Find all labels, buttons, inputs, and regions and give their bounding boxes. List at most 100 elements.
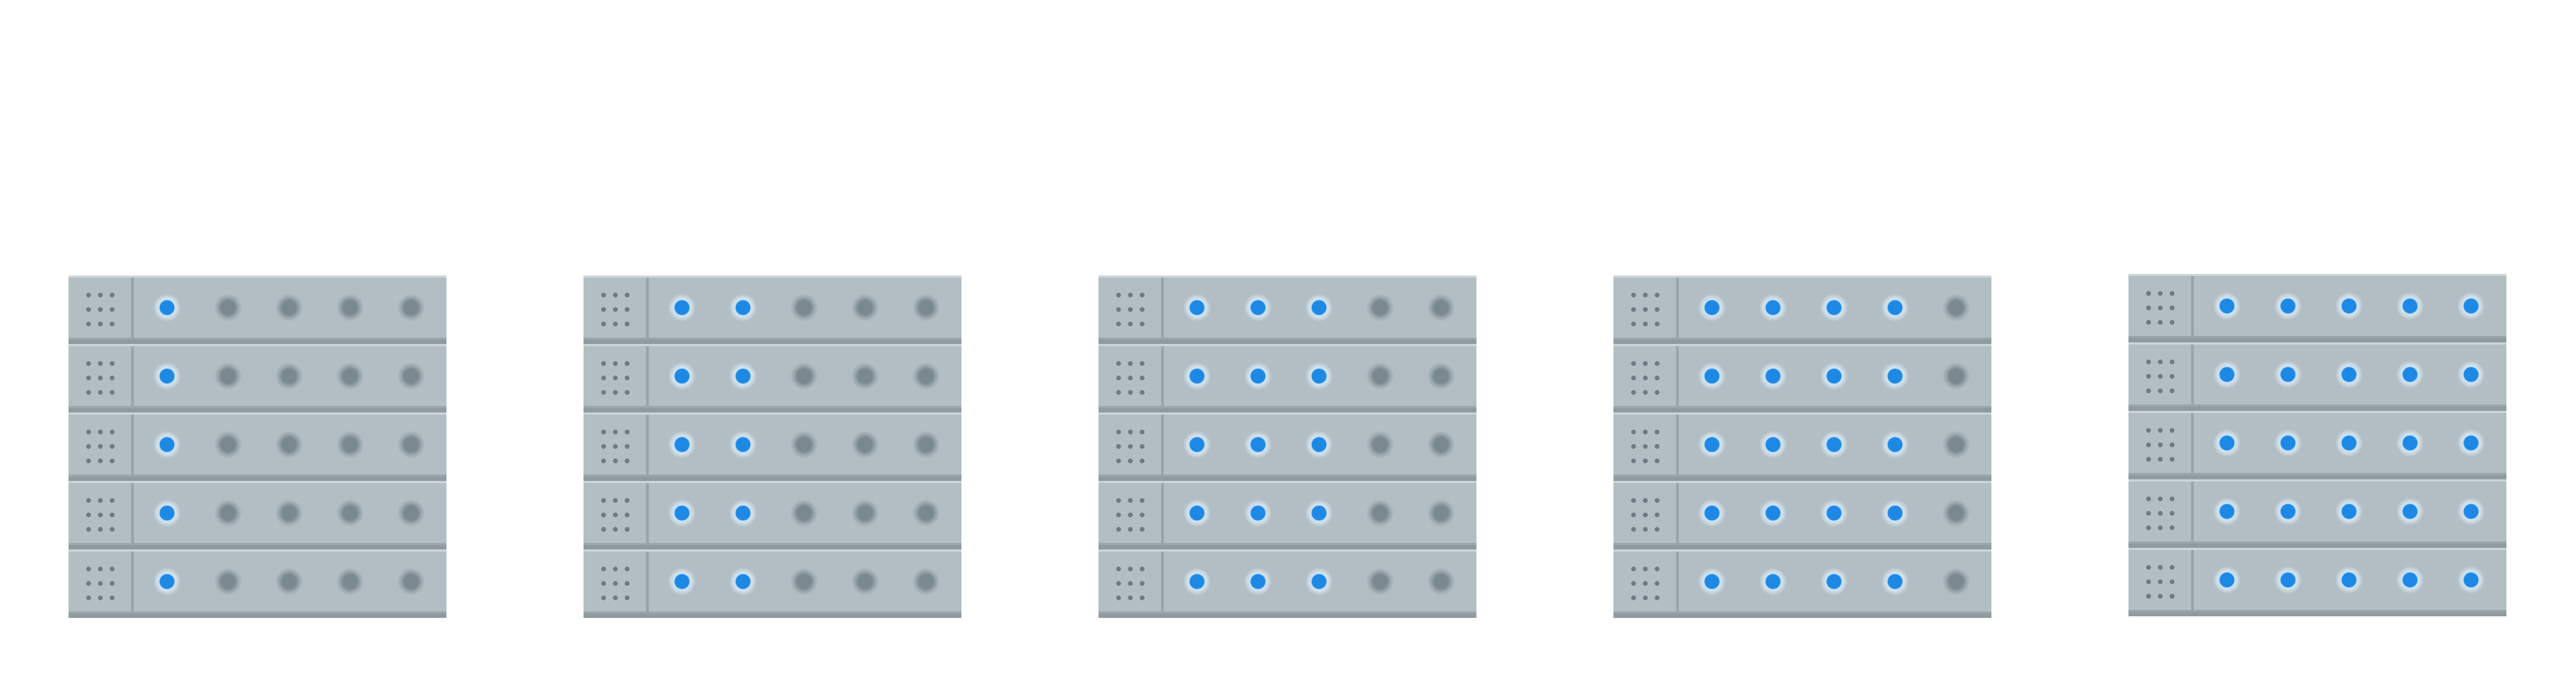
status-led-off-icon	[275, 431, 303, 458]
vent-hole	[613, 595, 618, 600]
status-led-on-icon	[2213, 361, 2241, 388]
vent-hole	[98, 444, 103, 449]
vent-hole	[1128, 390, 1133, 395]
server-rack-diagram	[0, 0, 2576, 688]
vent-hole	[98, 293, 103, 297]
vent-hole	[98, 458, 103, 463]
status-led-on-icon	[729, 499, 757, 527]
status-led-off-icon	[1427, 431, 1455, 458]
vent-hole	[1140, 293, 1145, 297]
vent-grid-icon	[1613, 483, 1679, 543]
status-led-on-icon	[2396, 361, 2424, 388]
vent-hole	[1116, 567, 1121, 571]
rack-unit	[69, 549, 446, 614]
vent-grid-icon	[584, 415, 649, 475]
status-led-off-icon	[1366, 568, 1394, 595]
vent-hole	[613, 390, 618, 395]
vent-hole	[1643, 498, 1648, 503]
vent-hole	[1655, 430, 1660, 434]
status-led-on-icon	[2335, 429, 2363, 457]
status-led-off-icon	[336, 431, 364, 458]
status-led-on-icon	[1820, 499, 1848, 527]
vent-hole	[110, 595, 115, 600]
vent-hole	[1116, 513, 1121, 517]
status-led-on-icon	[1759, 294, 1787, 322]
vent-hole	[1631, 322, 1636, 326]
vent-hole	[601, 376, 606, 380]
vent-grid-icon	[1613, 415, 1679, 475]
vent-hole	[2158, 374, 2163, 379]
vent-hole	[2170, 442, 2175, 447]
vent-hole	[1643, 293, 1648, 297]
vent-hole	[1643, 458, 1648, 463]
vent-hole	[1655, 322, 1660, 326]
vent-grid-icon	[584, 346, 649, 406]
vent-hole	[1631, 567, 1636, 571]
vent-hole	[2146, 305, 2151, 310]
vent-hole	[1655, 376, 1660, 380]
rack-unit	[69, 412, 446, 477]
vent-hole	[1140, 498, 1145, 503]
vent-hole	[1128, 322, 1133, 326]
vent-hole	[1655, 513, 1660, 517]
status-led-on-icon	[668, 294, 696, 322]
status-led-on-icon	[1244, 568, 1272, 595]
status-led-off-icon	[397, 294, 425, 322]
vent-hole	[625, 595, 630, 600]
status-led-on-icon	[2274, 292, 2302, 320]
vent-hole	[1643, 581, 1648, 586]
vent-hole	[601, 444, 606, 449]
vent-hole	[613, 430, 618, 434]
status-led-on-icon	[2274, 429, 2302, 457]
vent-hole	[1631, 513, 1636, 517]
status-led-off-icon	[1427, 568, 1455, 595]
status-led-on-icon	[1881, 294, 1909, 322]
vent-hole	[2158, 360, 2163, 364]
vent-hole	[2158, 305, 2163, 310]
vent-hole	[2170, 360, 2175, 364]
status-led-off-icon	[1942, 294, 1970, 322]
vent-hole	[601, 513, 606, 517]
vent-hole	[2158, 442, 2163, 447]
vent-grid-icon	[1098, 415, 1164, 475]
vent-hole	[613, 527, 618, 532]
vent-hole	[1631, 581, 1636, 586]
status-led-off-icon	[214, 294, 242, 322]
vent-hole	[2158, 525, 2163, 530]
status-led-on-icon	[1820, 568, 1848, 595]
vent-hole	[2158, 511, 2163, 516]
vent-hole	[1643, 430, 1648, 434]
vent-hole	[2158, 579, 2163, 584]
status-led-on-icon	[1244, 499, 1272, 527]
vent-hole	[1128, 527, 1133, 532]
status-led-off-icon	[214, 431, 242, 458]
vent-hole	[2170, 594, 2175, 599]
vent-hole	[98, 376, 103, 380]
server-rack-icon	[1098, 276, 1476, 618]
vent-grid-icon	[2128, 345, 2194, 404]
rack-unit	[1613, 549, 1991, 614]
vent-hole	[1116, 430, 1121, 434]
vent-hole	[1116, 498, 1121, 503]
vent-hole	[86, 390, 91, 395]
status-led-on-icon	[1183, 568, 1211, 595]
vent-hole	[613, 444, 618, 449]
status-led-on-icon	[2396, 566, 2424, 594]
status-led-off-icon	[851, 431, 879, 458]
status-led-on-icon	[2335, 566, 2363, 594]
vent-hole	[1643, 361, 1648, 366]
vent-hole	[601, 595, 606, 600]
status-led-on-icon	[1244, 362, 1272, 390]
status-led-on-icon	[2335, 361, 2363, 388]
status-led-on-icon	[2457, 292, 2485, 320]
rack-unit	[584, 549, 961, 614]
vent-hole	[1140, 390, 1145, 395]
vent-hole	[1655, 293, 1660, 297]
vent-hole	[1631, 444, 1636, 449]
status-led-on-icon	[1305, 362, 1333, 390]
rack-unit	[1098, 276, 1476, 340]
vent-hole	[1128, 293, 1133, 297]
vent-hole	[98, 513, 103, 517]
status-led-on-icon	[1881, 362, 1909, 390]
status-led-off-icon	[1366, 294, 1394, 322]
